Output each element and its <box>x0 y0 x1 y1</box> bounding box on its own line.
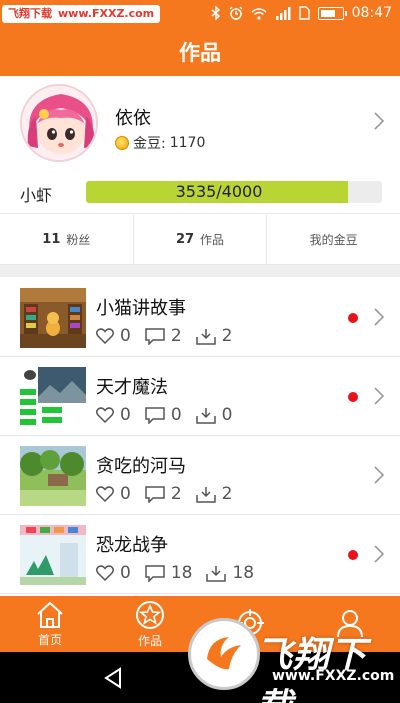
coin-icon <box>115 136 129 150</box>
unread-dot <box>348 313 358 323</box>
stat-label: 作品 <box>200 233 225 247</box>
download-icon[interactable] <box>195 328 216 345</box>
stats-row: 11 粉丝 27 作品 我的金豆 <box>0 215 400 265</box>
likes-count: 0 <box>120 563 131 583</box>
status-time: 08:47 <box>351 5 392 21</box>
comments-count: 2 <box>170 326 182 346</box>
watermark-url: www.FXXZ.com <box>58 7 155 20</box>
work-title: 小猫讲故事 <box>96 298 186 319</box>
stat-my-coins[interactable]: 我的金豆 <box>267 215 400 264</box>
downloads-count: 2 <box>221 484 233 504</box>
level-progress-bar: 3535/4000 <box>86 181 382 203</box>
stat-num: 11 <box>42 232 61 247</box>
work-thumbnail <box>20 446 86 506</box>
chevron-right-icon[interactable] <box>374 466 384 484</box>
coins-value: 1170 <box>169 135 206 151</box>
stat-label: 我的金豆 <box>309 233 358 247</box>
app-header: 作品 <box>0 28 400 76</box>
stat-fans[interactable]: 11 粉丝 <box>0 215 134 264</box>
avatar-image <box>22 86 96 160</box>
downloads-count: 0 <box>221 405 233 425</box>
work-thumbnail <box>20 525 86 585</box>
section-divider <box>0 265 400 277</box>
comment-icon[interactable] <box>145 564 165 582</box>
coins-label: 金豆: <box>133 136 166 152</box>
list-item[interactable]: 天才魔法 0 0 0 <box>0 357 400 436</box>
chevron-right-icon[interactable] <box>374 308 384 326</box>
heart-icon[interactable] <box>96 407 114 423</box>
nav-label: 首页 <box>37 632 62 647</box>
watermark-name: 飞翔下载 <box>8 7 52 20</box>
work-stats: 0 2 2 <box>96 484 246 504</box>
download-icon[interactable] <box>206 565 227 582</box>
unread-dot <box>348 550 358 560</box>
comments-count: 18 <box>170 563 193 583</box>
work-stats: 0 18 18 <box>96 563 268 583</box>
work-stats: 0 2 2 <box>96 326 246 346</box>
nav-home[interactable]: 首页 <box>0 596 100 652</box>
list-item[interactable]: 恐龙战争 0 18 18 <box>0 515 400 594</box>
download-icon[interactable] <box>195 486 216 503</box>
downloads-count: 18 <box>232 563 255 583</box>
heart-icon[interactable] <box>96 565 114 581</box>
heart-icon[interactable] <box>96 328 114 344</box>
back-icon[interactable] <box>103 667 123 689</box>
chevron-right-icon[interactable] <box>374 545 384 563</box>
signal-icon <box>275 7 291 20</box>
chevron-right-icon[interactable] <box>374 387 384 405</box>
likes-count: 0 <box>120 326 131 346</box>
list-item[interactable]: 小猫讲故事 0 2 2 <box>0 278 400 357</box>
stat-works[interactable]: 27 作品 <box>134 215 268 264</box>
status-icons: 08:47 <box>211 5 392 21</box>
unread-dot <box>348 392 358 402</box>
stat-num: 27 <box>175 232 195 247</box>
likes-count: 0 <box>120 405 131 425</box>
star-icon <box>136 600 164 629</box>
work-thumbnail <box>20 367 86 427</box>
likes-count: 0 <box>120 484 131 504</box>
avatar[interactable] <box>20 84 98 162</box>
work-title: 恐龙战争 <box>96 535 168 556</box>
download-icon[interactable] <box>195 407 216 424</box>
profile-name: 依依 <box>115 108 151 129</box>
watermark-banner: 飞翔下载 www.FXXZ.com <box>2 5 161 23</box>
work-stats: 0 0 0 <box>96 405 246 425</box>
work-thumbnail <box>20 288 86 348</box>
stat-label: 粉丝 <box>66 233 91 247</box>
list-item[interactable]: 贪吃的河马 0 2 2 <box>0 436 400 515</box>
level-name: 小虾 <box>20 186 53 205</box>
downloads-count: 2 <box>221 326 233 346</box>
comment-icon[interactable] <box>145 485 165 503</box>
profile-card[interactable]: 依依 金豆: 1170 <box>0 76 400 172</box>
status-bar: 飞翔下载 www.FXXZ.com 08:47 <box>0 0 400 28</box>
comment-icon[interactable] <box>145 327 165 345</box>
nav-works[interactable]: 作品 <box>100 596 200 652</box>
work-title: 贪吃的河马 <box>96 456 186 477</box>
wifi-icon <box>251 7 267 20</box>
watermark-brand: 飞翔下载 <box>256 635 368 703</box>
home-icon <box>37 601 63 628</box>
chevron-right-icon[interactable] <box>374 112 384 130</box>
alarm-icon <box>229 6 243 20</box>
watermark-url: www.FXXZ.com <box>272 668 395 684</box>
heart-icon[interactable] <box>96 486 114 502</box>
page-title: 作品 <box>179 41 221 65</box>
coin-balance: 金豆: 1170 <box>115 133 205 153</box>
comments-count: 2 <box>170 484 182 504</box>
works-list: 小猫讲故事 0 2 2 天才魔法 0 0 0 贪吃的河马 0 2 2 恐龙战争 … <box>0 278 400 594</box>
level-row: 小虾 3535/4000 <box>0 172 400 214</box>
work-title: 天才魔法 <box>96 377 168 398</box>
comments-count: 0 <box>170 405 182 425</box>
nav-label: 作品 <box>137 633 162 648</box>
sim-icon <box>298 6 310 20</box>
comment-icon[interactable] <box>145 406 165 424</box>
watermark-logo: 飞翔下载 www.FXXZ.com <box>188 600 400 703</box>
watermark-emblem <box>188 618 260 690</box>
level-progress-text: 3535/4000 <box>175 182 263 201</box>
battery-icon <box>317 6 347 20</box>
bluetooth-icon <box>211 6 220 20</box>
